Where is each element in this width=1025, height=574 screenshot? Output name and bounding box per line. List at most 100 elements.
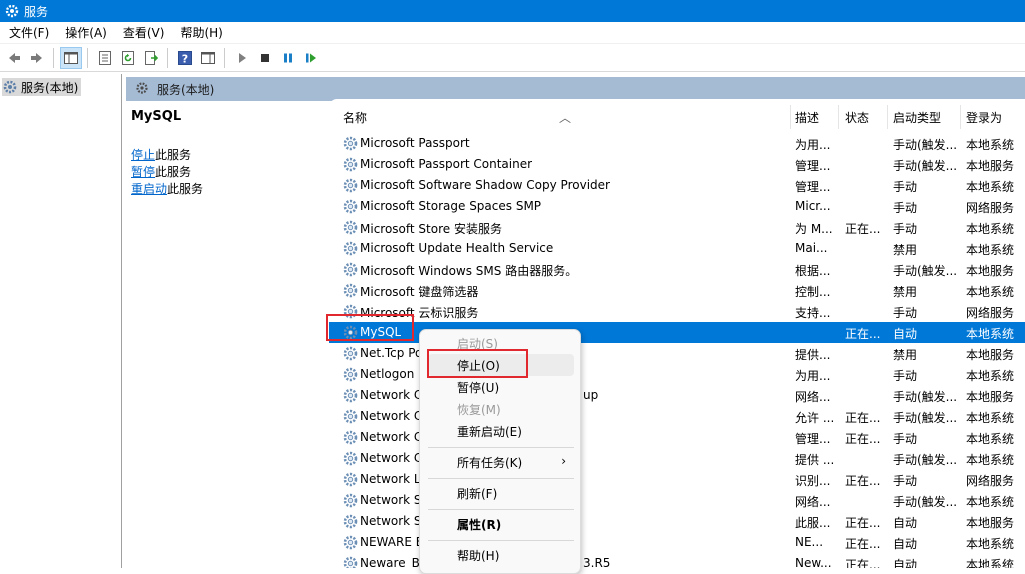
service-gear-icon	[343, 514, 358, 529]
search-gear-icon	[136, 82, 148, 94]
forward-button[interactable]	[26, 47, 48, 69]
service-name: Network L	[360, 472, 421, 486]
menu-separator	[428, 509, 574, 510]
menu-item-all-tasks[interactable]: 所有任务(K) ›	[428, 451, 574, 473]
console-tree: 服务(本地)	[0, 74, 122, 568]
column-header-log-on-as[interactable]: 登录为	[966, 109, 1002, 126]
menu-item-properties[interactable]: 属性(R)	[428, 513, 574, 535]
console-tree-icon	[64, 51, 78, 64]
menu-bar: 文件(F) 操作(A) 查看(V) 帮助(H)	[0, 22, 1025, 44]
service-startup-type: 手动(触发...	[893, 453, 958, 467]
pause-service-button[interactable]	[277, 47, 299, 69]
table-row[interactable]: Microsoft Passport 为用... 手动(触发... 本地系统	[329, 133, 1025, 154]
service-description: 为用...	[795, 138, 831, 152]
service-log-on-as: 本地系统	[966, 138, 1015, 152]
stop-service-link[interactable]: 停止	[131, 148, 155, 162]
menu-item-refresh[interactable]: 刷新(F)	[428, 482, 574, 504]
list-icon	[99, 50, 111, 65]
service-name-visible-tail: up	[583, 388, 599, 402]
table-row[interactable]: Microsoft Storage Spaces SMP Micr... 手动 网络服…	[329, 196, 1025, 217]
service-startup-type: 手动(触发...	[893, 495, 958, 509]
service-startup-type: 手动	[893, 222, 918, 236]
table-row[interactable]: Microsoft 云标识服务 支持... 手动 网络服务	[329, 301, 1025, 322]
back-arrow-icon	[9, 52, 20, 63]
tree-item-services-local[interactable]: 服务(本地)	[2, 78, 82, 96]
column-divider[interactable]	[887, 105, 888, 129]
menu-view[interactable]: 查看(V)	[114, 24, 172, 41]
column-header-status[interactable]: 状态	[845, 109, 869, 126]
service-log-on-as: 本地系统	[966, 432, 1015, 446]
service-name: Microsoft Storage Spaces SMP	[360, 199, 542, 213]
start-service-button[interactable]	[231, 47, 253, 69]
service-startup-type: 手动	[893, 306, 918, 320]
service-startup-type: 禁用	[893, 348, 918, 362]
refresh-icon	[122, 50, 134, 65]
service-name: Microsoft Passport Container	[360, 157, 533, 171]
restart-service-link[interactable]: 重启动	[131, 182, 167, 196]
show-hide-console-tree-button[interactable]	[60, 46, 82, 69]
back-button[interactable]	[3, 47, 25, 69]
column-divider[interactable]	[960, 105, 961, 129]
menu-item-restart[interactable]: 重新启动(E)	[428, 420, 574, 442]
service-status: 正在...	[845, 432, 881, 446]
services-gear-icon	[5, 4, 19, 18]
menu-item-resume[interactable]: 恢复(M)	[428, 398, 574, 420]
table-row[interactable]: Microsoft Software Shadow Copy Provider 管…	[329, 175, 1025, 196]
service-description: 管理...	[795, 180, 831, 194]
show-action-pane-button[interactable]	[197, 47, 219, 69]
service-gear-icon	[343, 262, 358, 277]
service-gear-icon	[343, 199, 358, 214]
service-log-on-as: 本地系统	[966, 180, 1015, 194]
service-log-on-as: 本地系统	[966, 222, 1015, 236]
menu-item-help[interactable]: 帮助(H)	[428, 544, 574, 566]
menu-action[interactable]: 操作(A)	[56, 24, 114, 41]
service-description: Mai...	[795, 241, 828, 255]
help-button[interactable]: ?	[174, 47, 196, 69]
column-divider[interactable]	[838, 105, 839, 129]
service-description: 管理...	[795, 432, 831, 446]
link-suffix: 此服务	[167, 182, 204, 196]
menu-item-pause[interactable]: 暂停(U)	[428, 376, 574, 398]
service-description: Micr...	[795, 199, 831, 213]
services-gear-icon	[3, 80, 17, 94]
menu-file[interactable]: 文件(F)	[0, 24, 56, 41]
service-startup-type: 自动	[893, 558, 918, 568]
service-gear-icon	[343, 178, 358, 193]
column-divider[interactable]	[790, 105, 791, 129]
column-header-description[interactable]: 描述	[795, 109, 819, 126]
service-gear-icon	[343, 535, 358, 550]
column-header-startup-type[interactable]: 启动类型	[893, 109, 941, 126]
pause-service-link[interactable]: 暂停	[131, 165, 155, 179]
service-startup-type: 自动	[893, 537, 918, 551]
window-title: 服务	[24, 4, 49, 19]
service-gear-icon	[343, 409, 358, 424]
toolbar: ?	[0, 44, 1025, 72]
column-header-name[interactable]: 名称	[343, 109, 367, 126]
menu-help[interactable]: 帮助(H)	[171, 24, 229, 41]
service-description: 为用...	[795, 369, 831, 383]
service-log-on-as: 本地系统	[966, 327, 1015, 341]
table-row[interactable]: Microsoft 键盘筛选器 控制... 禁用 本地系统	[329, 280, 1025, 301]
service-startup-type: 手动	[893, 201, 918, 215]
table-row[interactable]: Microsoft Windows SMS 路由器服务。 根据... 手动(触发..…	[329, 259, 1025, 280]
properties-list-button[interactable]	[94, 47, 116, 69]
service-log-on-as: 本地系统	[966, 369, 1015, 383]
table-row[interactable]: Microsoft Update Health Service Mai... 禁用 本…	[329, 238, 1025, 259]
restart-icon	[306, 53, 316, 62]
table-row[interactable]: Microsoft Store 安装服务 为 M... 正在... 手动 本地系统	[329, 217, 1025, 238]
stop-icon	[261, 53, 269, 62]
submenu-chevron-icon: ›	[561, 454, 566, 468]
menu-separator	[428, 540, 574, 541]
help-icon: ?	[178, 50, 192, 65]
service-gear-icon	[343, 388, 358, 403]
refresh-button[interactable]	[117, 47, 139, 69]
service-log-on-as: 本地服务	[966, 159, 1015, 173]
restart-service-button[interactable]	[300, 47, 322, 69]
table-row[interactable]: Microsoft Passport Container 管理... 手动(触发..…	[329, 154, 1025, 175]
service-gear-icon	[343, 493, 358, 508]
export-list-button[interactable]	[140, 47, 162, 69]
service-log-on-as: 本地服务	[966, 516, 1015, 530]
service-gear-icon	[343, 556, 358, 568]
stop-service-button[interactable]	[254, 47, 276, 69]
service-log-on-as: 本地服务	[966, 264, 1015, 278]
